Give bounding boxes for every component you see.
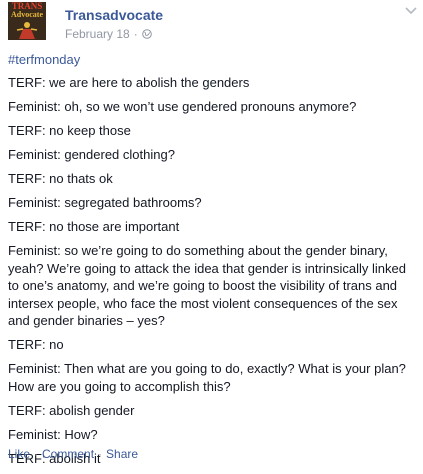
post-date[interactable]: February 18 — [65, 27, 130, 41]
post-actions: Like · Comment · Share — [8, 447, 138, 461]
action-separator: · — [34, 447, 39, 461]
post-paragraph: TERF: we are here to abolish the genders — [8, 75, 250, 90]
avatar[interactable]: TRANS Advocate — [8, 2, 46, 40]
post-meta: February 18 · — [65, 27, 152, 41]
post-paragraph: TERF: no keep those — [8, 123, 131, 138]
hashtag-link[interactable]: #terfmonday — [8, 52, 80, 68]
post-paragraph: Feminist: How? — [8, 426, 98, 442]
meta-separator: · — [133, 27, 138, 41]
comment-link[interactable]: Comment — [42, 447, 94, 461]
post-paragraph: TERF: no those are important — [8, 219, 180, 234]
share-link[interactable]: Share — [106, 447, 138, 461]
author-name[interactable]: Transadvocate — [65, 7, 163, 23]
post-body: TERF: we are here to abolish the genders… — [8, 74, 416, 474]
post-paragraph: Feminist: Then what are you going to do,… — [8, 361, 406, 394]
action-separator: · — [98, 447, 103, 461]
facebook-post: TRANS Advocate Transadvocate February 18… — [0, 0, 423, 466]
post-paragraph: Feminist: oh, so we won’t use gendered p… — [8, 99, 357, 114]
post-paragraph: Feminist: gendered clothing? — [8, 147, 175, 162]
avatar-logo-subtext: Advocate — [11, 10, 43, 19]
post-paragraph: Feminist: so we’re going to do something… — [8, 243, 406, 328]
like-link[interactable]: Like — [8, 447, 30, 461]
post-paragraph: TERF: no — [8, 337, 64, 352]
avatar-figure-icon — [16, 22, 38, 39]
globe-icon[interactable] — [141, 29, 152, 39]
chevron-down-icon[interactable] — [405, 7, 417, 15]
post-paragraph: TERF: abolish gender — [8, 402, 135, 418]
post-paragraph: Feminist: segregated bathrooms? — [8, 195, 202, 210]
post-paragraph: TERF: no thats ok — [8, 171, 113, 186]
